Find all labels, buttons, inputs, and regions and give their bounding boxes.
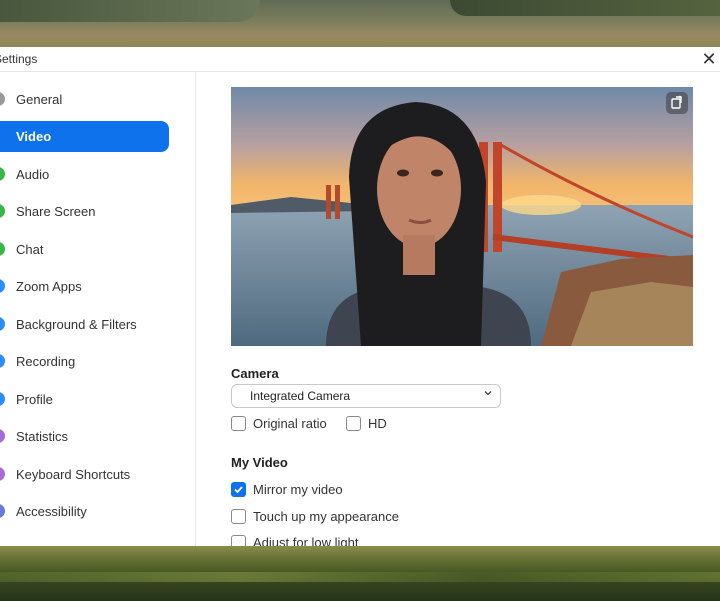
mirror-video-option[interactable]: Mirror my video [231, 481, 371, 499]
desktop-wallpaper-bottom [0, 546, 720, 601]
gear-icon [0, 92, 5, 106]
hd-label: HD [368, 416, 387, 431]
hd-option[interactable]: HD [346, 415, 396, 433]
camera-select-value: Integrated Camera [250, 389, 351, 403]
profile-icon [0, 392, 5, 406]
sidebar-item-label: General [16, 92, 63, 107]
camera-preview-image [231, 87, 693, 346]
record-icon [0, 354, 5, 368]
mirror-video-checkbox[interactable] [231, 482, 246, 497]
video-settings-panel: Camera Integrated Camera Original ratio … [196, 72, 720, 550]
desktop-wallpaper-top [0, 0, 720, 47]
sidebar-item-label: Audio [16, 167, 50, 182]
chat-icon [0, 242, 5, 256]
apps-icon [0, 279, 5, 293]
sidebar-item-recording[interactable]: Recording [0, 346, 169, 377]
rotate-icon [671, 95, 682, 109]
settings-sidebar: General Video Audio Share Screen Chat Zo… [0, 72, 196, 546]
mirror-video-label: Mirror my video [253, 482, 343, 497]
touch-up-label: Touch up my appearance [253, 509, 399, 524]
camera-select[interactable]: Integrated Camera [231, 384, 501, 408]
sidebar-item-audio[interactable]: Audio [0, 159, 169, 190]
rotate-camera-button[interactable] [666, 92, 688, 114]
checkmark-icon [234, 486, 243, 494]
sidebar-item-zoom-apps[interactable]: Zoom Apps [0, 271, 169, 302]
sidebar-item-keyboard-shortcuts[interactable]: Keyboard Shortcuts [0, 459, 169, 490]
sidebar-item-share-screen[interactable]: Share Screen [0, 196, 169, 227]
sidebar-item-chat[interactable]: Chat [0, 234, 169, 265]
chevron-down-icon [484, 391, 492, 396]
sidebar-item-label: Zoom Apps [16, 279, 82, 294]
original-ratio-label: Original ratio [253, 416, 327, 431]
sidebar-item-video[interactable]: Video [0, 121, 169, 152]
sidebar-item-background-filters[interactable]: Background & Filters [0, 309, 169, 340]
close-button[interactable]: ✕ [698, 49, 720, 69]
sidebar-item-label: Statistics [16, 429, 69, 444]
sidebar-item-profile[interactable]: Profile [0, 384, 169, 415]
title-bar: Settings ✕ [0, 47, 720, 72]
keyboard-icon [0, 467, 5, 481]
sidebar-item-label: Video [16, 129, 52, 144]
sidebar-item-label: Recording [16, 354, 76, 369]
sidebar-item-label: Accessibility [16, 504, 87, 519]
background-icon [0, 317, 5, 331]
sidebar-item-statistics[interactable]: Statistics [0, 421, 169, 452]
original-ratio-option[interactable]: Original ratio [231, 415, 341, 433]
headphones-icon [0, 167, 5, 181]
accessibility-icon [0, 504, 5, 518]
sidebar-item-label: Profile [16, 392, 53, 407]
camera-preview [231, 87, 693, 346]
sidebar-item-label: Share Screen [16, 204, 96, 219]
original-ratio-checkbox[interactable] [231, 416, 246, 431]
sidebar-item-label: Background & Filters [16, 317, 137, 332]
sidebar-item-label: Keyboard Shortcuts [16, 467, 131, 482]
hd-checkbox[interactable] [346, 416, 361, 431]
sidebar-item-label: Chat [16, 242, 44, 257]
statistics-icon [0, 429, 5, 443]
my-video-heading: My Video [231, 455, 288, 470]
share-screen-icon [0, 204, 5, 218]
touch-up-option[interactable]: Touch up my appearance [231, 508, 411, 526]
video-icon [0, 129, 5, 143]
sidebar-item-general[interactable]: General [0, 84, 169, 115]
settings-window: Settings ✕ General Video Audio Share Scr… [0, 47, 720, 550]
window-title: Settings [0, 52, 38, 66]
camera-heading: Camera [231, 366, 279, 381]
touch-up-checkbox[interactable] [231, 509, 246, 524]
sidebar-item-accessibility[interactable]: Accessibility [0, 496, 169, 527]
